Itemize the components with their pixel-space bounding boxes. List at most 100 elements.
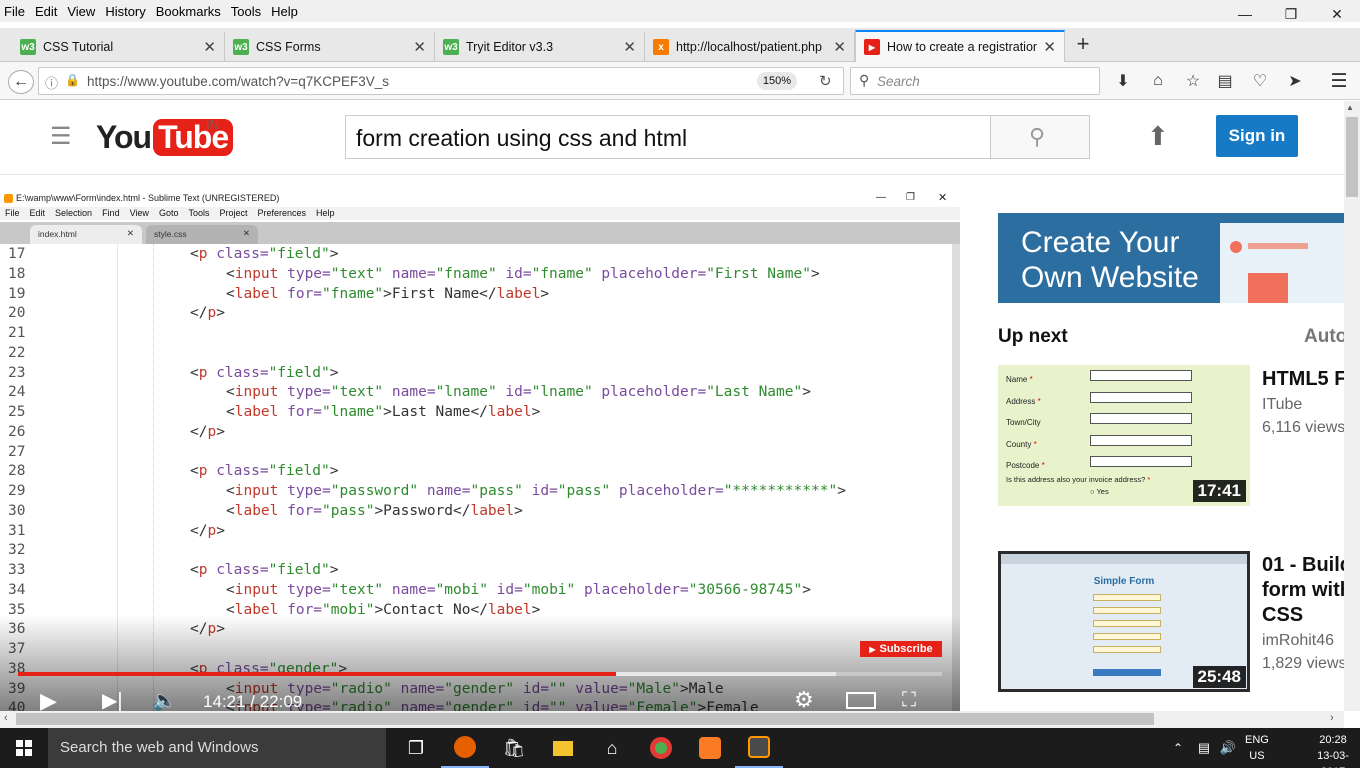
reload-icon[interactable]: ↻ [819,72,832,90]
vertical-scrollbar[interactable]: ▲ [1344,101,1360,711]
volume-icon[interactable]: 🔊 [1214,728,1242,768]
tab-localhost[interactable]: x http://localhost/patient.php ✕ [645,32,855,62]
xampp-icon[interactable] [686,728,734,768]
menu-help[interactable]: Help [266,4,303,19]
menu-file[interactable]: File [0,4,30,19]
store-icon[interactable]: 🛍 [490,728,538,768]
windows-start-icon[interactable] [0,728,48,768]
code-token: label [487,404,532,420]
code-token: > [329,364,339,381]
new-tab-icon[interactable]: + [1072,31,1094,56]
close-tab-icon[interactable]: ✕ [413,38,426,56]
close-window-button[interactable]: ✕ [1314,0,1360,28]
youtube-search-button[interactable]: ⚲ [990,115,1090,159]
sublime-text-icon[interactable] [735,728,783,768]
send-icon[interactable]: ➤ [1284,71,1306,91]
taskbar-search[interactable]: Search the web and Windows [48,728,386,768]
search-engine-icon[interactable]: ⚲ [859,72,869,89]
tab-title: How to create a registration [887,40,1038,54]
code-token: "field" [268,562,330,578]
horizontal-scrollbar[interactable]: ‹ › [0,711,1344,728]
code-token: placeholder= [592,384,707,401]
search-query: form creation using css and html [356,125,688,151]
sign-in-button[interactable]: Sign in [1216,115,1298,157]
settings-gear-icon[interactable]: ⚙ [794,687,814,711]
youtube-search-input[interactable]: form creation using css and html [345,115,991,159]
video-channel: ITube [1262,396,1303,413]
upload-icon[interactable]: ⬆ [1147,121,1169,152]
code-token: > [216,305,225,322]
menu-bookmarks[interactable]: Bookmarks [151,4,226,19]
back-icon[interactable]: ← [8,70,34,94]
guide-menu-icon[interactable]: ☰ [50,125,72,149]
menu-tools[interactable]: Tools [226,4,266,19]
close-tab-icon[interactable]: ✕ [1043,38,1056,56]
video-player[interactable]: E:\wamp\www\Form\index.html - Sublime Te… [0,189,960,711]
close-tab-icon[interactable]: ✕ [833,38,846,56]
tab-css-tutorial[interactable]: w3 CSS Tutorial ✕ [0,32,225,62]
code-text: </p> [190,521,225,541]
bookmarks-library-icon[interactable]: ▤ [1214,71,1236,91]
taskbar: Search the web and Windows ❐ 🛍 ⌂ ⌃ ▤ 🔊 E… [0,728,1360,778]
search-bar[interactable]: ⚲ Search [850,67,1100,95]
scroll-up-icon[interactable]: ▲ [1346,103,1354,112]
autoplay-label[interactable]: Auto [1304,326,1344,348]
scroll-right-icon[interactable]: › [1330,712,1334,724]
clock[interactable]: 20:28 13-03-2017 [1306,732,1360,780]
file-explorer-icon[interactable] [539,728,587,768]
video-thumbnail[interactable]: Name * Address * Town/City County * Post… [998,365,1250,506]
line-number: 27 [8,443,26,460]
fullscreen-icon[interactable]: ⛶ [902,689,916,711]
url-text[interactable]: https://www.youtube.com/watch?v=q7KCPEF3… [87,74,389,89]
url-bar[interactable]: ⓘ 🔒 https://www.youtube.com/watch?v=q7KC… [38,67,844,95]
play-icon[interactable]: ▶ [40,688,57,711]
pocket-icon[interactable]: ♡ [1249,71,1271,91]
video-title[interactable]: HTML5 F [1262,367,1344,392]
video-thumbnail[interactable]: Simple Form 25:48 [998,551,1250,692]
video-duration: 17:41 [1192,480,1246,502]
bookmark-star-icon[interactable]: ☆ [1182,71,1204,91]
minimize-button[interactable]: — [1222,0,1268,28]
code-token: > [531,404,541,420]
ad-line1: Create Your [1021,226,1180,259]
subscribe-button[interactable]: ▶ Subscribe [860,641,942,657]
code-token: "field" [268,246,330,262]
scroll-thumb[interactable] [16,713,1154,725]
volume-icon[interactable]: 🔈 [152,688,177,711]
chrome-icon[interactable] [637,728,685,768]
hamburger-menu-icon[interactable]: ☰ [1328,71,1350,92]
info-icon[interactable]: ⓘ [45,73,58,92]
close-tab-icon[interactable]: ✕ [623,38,636,56]
home-icon[interactable]: ⌂ [1147,71,1169,91]
line-number: 25 [8,404,26,420]
line-number: 29 [8,483,26,499]
menu-edit[interactable]: Edit [30,4,62,19]
xampp-icon: x [653,39,669,55]
tab-tryit-editor[interactable]: w3 Tryit Editor v3.3 ✕ [435,32,645,62]
code-token: "text" [330,581,384,598]
code-line: 20 </p> [0,303,952,323]
video-title[interactable]: 01 - Build form with CSS [1262,553,1344,628]
code-token: < [190,463,199,480]
ad-banner[interactable]: Create Your Own Website [998,213,1344,303]
line-number: 19 [8,285,26,302]
scroll-left-icon[interactable]: ‹ [4,712,8,724]
home-icon[interactable]: ⌂ [588,728,636,768]
menu-history[interactable]: History [100,4,150,19]
zoom-level[interactable]: 150% [757,72,797,90]
close-tab-icon[interactable]: ✕ [203,38,216,56]
tab-css-forms[interactable]: w3 CSS Forms ✕ [225,32,435,62]
scroll-thumb[interactable] [1346,117,1358,197]
download-icon[interactable]: ⬇ [1112,71,1134,91]
language-indicator[interactable]: ENG US [1245,732,1269,764]
code-token: p [207,305,217,322]
maximize-button[interactable]: ❐ [1268,0,1314,28]
tab-youtube[interactable]: ▶ How to create a registration ✕ [855,30,1065,62]
line-number: 32 [8,542,26,559]
theater-mode-icon[interactable] [846,692,876,709]
next-icon[interactable]: ▶| [102,688,123,711]
firefox-icon[interactable] [441,728,489,768]
task-view-icon[interactable]: ❐ [392,728,440,768]
menu-view[interactable]: View [62,4,100,19]
show-hidden-icons[interactable]: ⌃ [1164,728,1192,768]
